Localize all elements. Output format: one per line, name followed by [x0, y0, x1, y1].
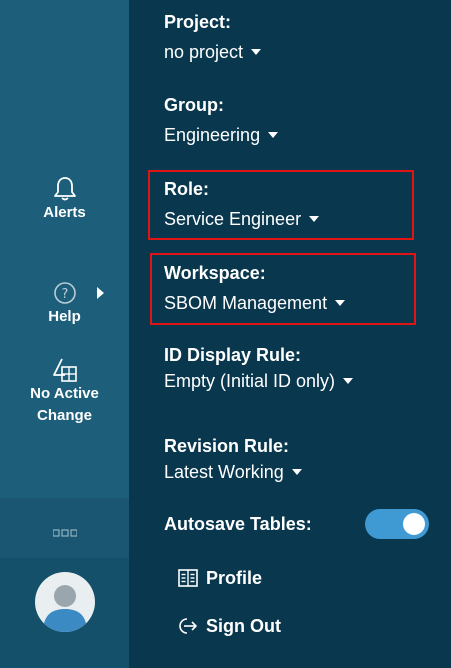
alerts-button[interactable]: Alerts — [0, 176, 129, 224]
revision-rule-field: Revision Rule: Latest Working — [164, 434, 302, 484]
autosave-field: Autosave Tables: — [164, 512, 312, 536]
caret-down-icon — [268, 132, 279, 138]
svg-text:?: ? — [61, 287, 68, 302]
sign-out-icon — [178, 616, 206, 636]
project-field: Project: no project — [164, 10, 262, 64]
group-field: Group: Engineering — [164, 93, 279, 147]
profile-icon — [178, 568, 206, 588]
workspace-field: Workspace: SBOM Management — [164, 261, 346, 315]
caret-down-icon — [309, 216, 320, 222]
revision-rule-dropdown[interactable]: Latest Working — [164, 460, 302, 484]
help-icon: ? — [0, 280, 129, 306]
caret-down-icon — [251, 49, 262, 55]
help-button[interactable]: ? Help — [0, 280, 129, 328]
caret-down-icon — [291, 469, 302, 475]
project-dropdown[interactable]: no project — [164, 40, 262, 64]
id-display-rule-label: ID Display Rule: — [164, 345, 302, 365]
sign-out-label: Sign Out — [206, 616, 281, 636]
no-active-change-button[interactable]: No Active Change — [0, 357, 129, 427]
autosave-toggle[interactable] — [365, 509, 429, 539]
session-panel: Alerts ? Help No Active Change Project: … — [0, 0, 451, 668]
role-dropdown[interactable]: Service Engineer — [164, 207, 320, 231]
sign-out-link[interactable]: Sign Out — [178, 614, 281, 638]
group-value: Engineering — [164, 125, 261, 145]
profile-link[interactable]: Profile — [178, 566, 262, 590]
workspace-label: Workspace: — [164, 263, 266, 283]
more-button[interactable] — [0, 498, 129, 558]
caret-down-icon — [335, 300, 346, 306]
change-icon — [0, 357, 129, 383]
bell-icon — [0, 176, 129, 202]
workspace-value: SBOM Management — [164, 293, 328, 313]
role-value: Service Engineer — [164, 209, 302, 229]
autosave-label: Autosave Tables: — [164, 514, 312, 534]
group-label: Group: — [164, 95, 224, 115]
help-label: Help — [48, 308, 81, 325]
toggle-knob — [403, 513, 425, 535]
project-label: Project: — [164, 12, 232, 32]
no-active-change-label-1: No Active — [30, 385, 99, 402]
revision-rule-label: Revision Rule: — [164, 436, 290, 456]
id-display-rule-field: ID Display Rule: Empty (Initial ID only) — [164, 343, 354, 393]
no-active-change-label-2: Change — [36, 407, 92, 424]
more-dots-icon — [52, 524, 78, 542]
caret-down-icon — [343, 378, 354, 384]
role-field: Role: Service Engineer — [164, 177, 320, 231]
revision-rule-value: Latest Working — [164, 462, 284, 482]
workspace-dropdown[interactable]: SBOM Management — [164, 291, 346, 315]
id-display-rule-dropdown[interactable]: Empty (Initial ID only) — [164, 369, 354, 393]
chevron-right-icon — [97, 287, 104, 299]
group-dropdown[interactable]: Engineering — [164, 123, 279, 147]
project-value: no project — [164, 42, 244, 62]
user-avatar-icon[interactable] — [35, 572, 95, 632]
alerts-label: Alerts — [43, 204, 86, 221]
id-display-rule-value: Empty (Initial ID only) — [164, 371, 336, 391]
profile-label: Profile — [206, 568, 263, 588]
role-label: Role: — [164, 179, 209, 199]
